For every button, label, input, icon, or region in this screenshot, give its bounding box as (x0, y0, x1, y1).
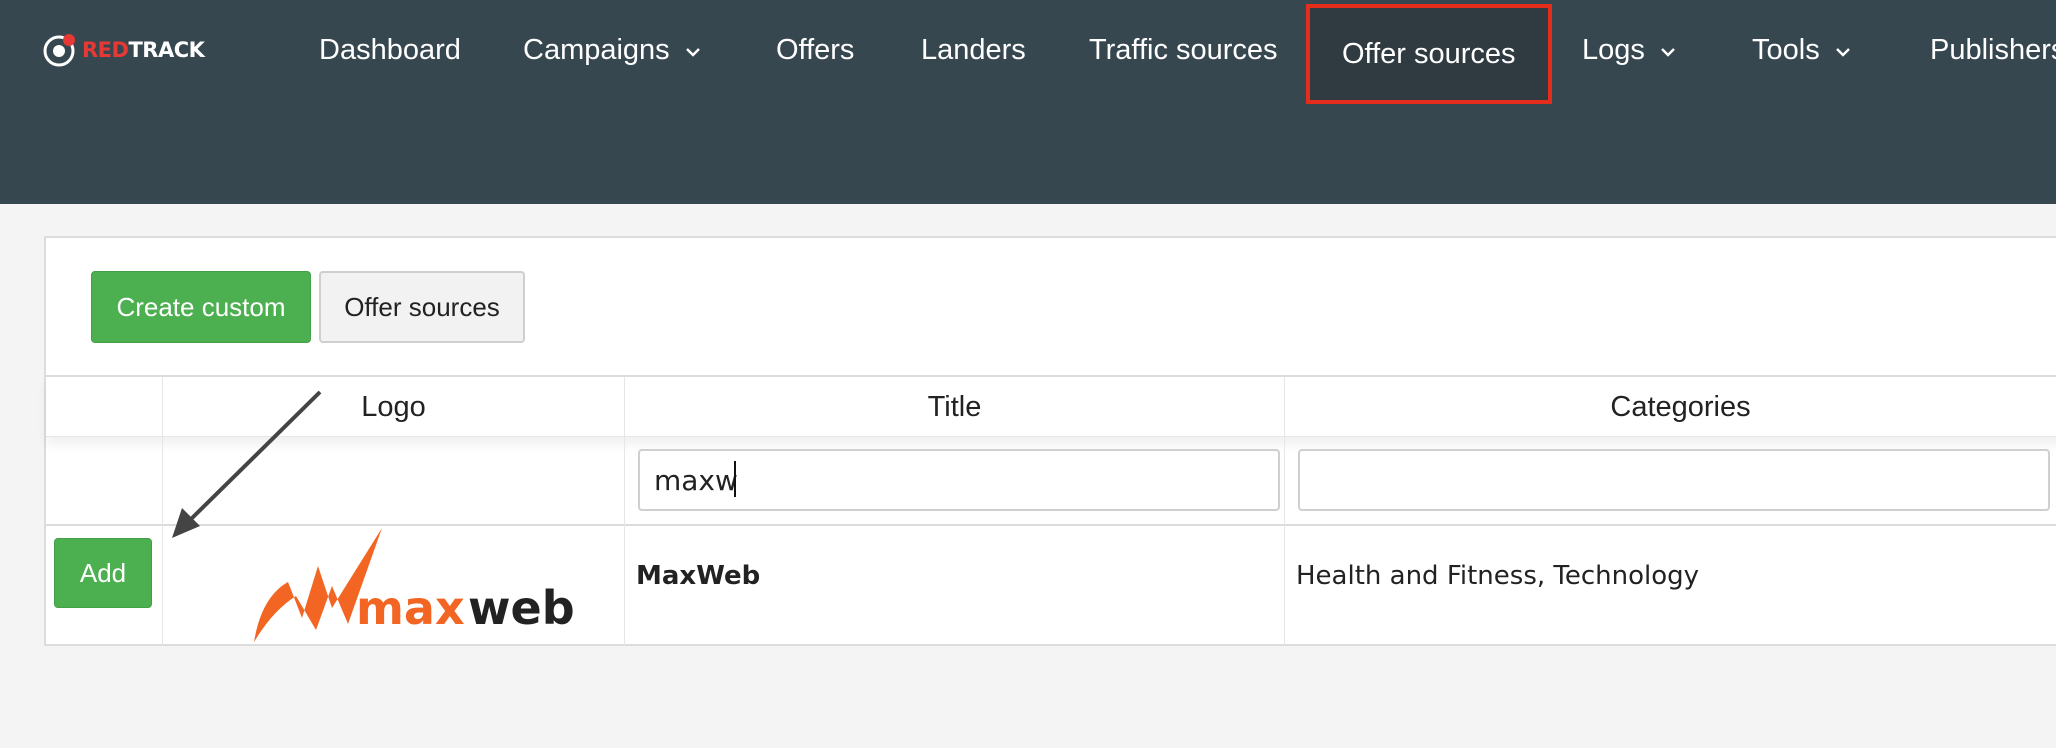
redtrack-logo-icon (43, 34, 75, 67)
nav-item-tools[interactable]: Tools (1752, 20, 1852, 80)
nav-label: Landers (921, 33, 1026, 66)
nav-label: Logs (1582, 33, 1645, 66)
nav-item-landers[interactable]: Landers (921, 20, 1026, 80)
nav-label: Dashboard (319, 33, 461, 66)
logo-text-red: RED (82, 38, 129, 62)
column-divider (624, 526, 625, 646)
cell-categories: Health and Fitness, Technology (1296, 561, 1700, 591)
maxweb-logo: max web (254, 528, 575, 642)
cell-title: MaxWeb (636, 561, 761, 591)
nav-item-publishers[interactable]: Publishers (1930, 20, 2056, 80)
nav-item-offers[interactable]: Offers (776, 20, 854, 80)
redtrack-logo-text: RED TRACK (82, 38, 205, 62)
create-custom-button[interactable]: Create custom (91, 271, 311, 343)
nav-label: Offer sources (1342, 37, 1516, 70)
table-header-row: Logo Title Categories (46, 375, 2056, 437)
nav-label: Campaigns (523, 33, 670, 66)
redtrack-logo[interactable]: RED TRACK (42, 32, 205, 68)
table-filter-row (46, 437, 2056, 526)
column-divider (162, 437, 163, 526)
nav-item-traffic-sources[interactable]: Traffic sources (1089, 20, 1278, 80)
chevron-down-icon (685, 48, 700, 57)
categories-filter-input[interactable] (1298, 449, 2050, 511)
nav-label: Tools (1752, 33, 1820, 66)
column-divider (1284, 526, 1285, 646)
offer-sources-panel: Create custom Offer sources Logo Title C… (44, 236, 2056, 646)
nav-label: Traffic sources (1089, 33, 1278, 66)
column-divider (162, 526, 163, 646)
chevron-down-icon (1835, 48, 1850, 57)
logo-text-web: web (468, 581, 575, 635)
nav-label: Offers (776, 33, 855, 66)
offer-sources-button[interactable]: Offer sources (319, 271, 525, 343)
column-header-categories[interactable]: Categories (1284, 377, 2056, 437)
top-navigation-bar: RED TRACK Dashboard Campaigns Offers Lan… (0, 0, 2056, 204)
column-divider (1284, 437, 1285, 526)
logo-text-white: TRACK (128, 38, 205, 62)
chevron-down-icon (1661, 48, 1675, 57)
logo-text-max: max (356, 581, 465, 635)
nav-item-campaigns[interactable]: Campaigns (523, 20, 702, 80)
text-cursor (734, 461, 736, 497)
column-divider (624, 437, 625, 526)
column-header-title[interactable]: Title (624, 377, 1284, 437)
column-header-logo[interactable]: Logo (162, 377, 624, 437)
add-button[interactable]: Add (54, 538, 152, 608)
table-row: Add max web MaxWeb Health and Fitness, T… (46, 526, 2056, 646)
nav-label: Publishers (1930, 33, 2056, 66)
nav-item-offer-sources[interactable]: Offer sources (1306, 4, 1552, 104)
nav-item-logs[interactable]: Logs (1582, 20, 1677, 80)
nav-item-dashboard[interactable]: Dashboard (319, 20, 461, 80)
